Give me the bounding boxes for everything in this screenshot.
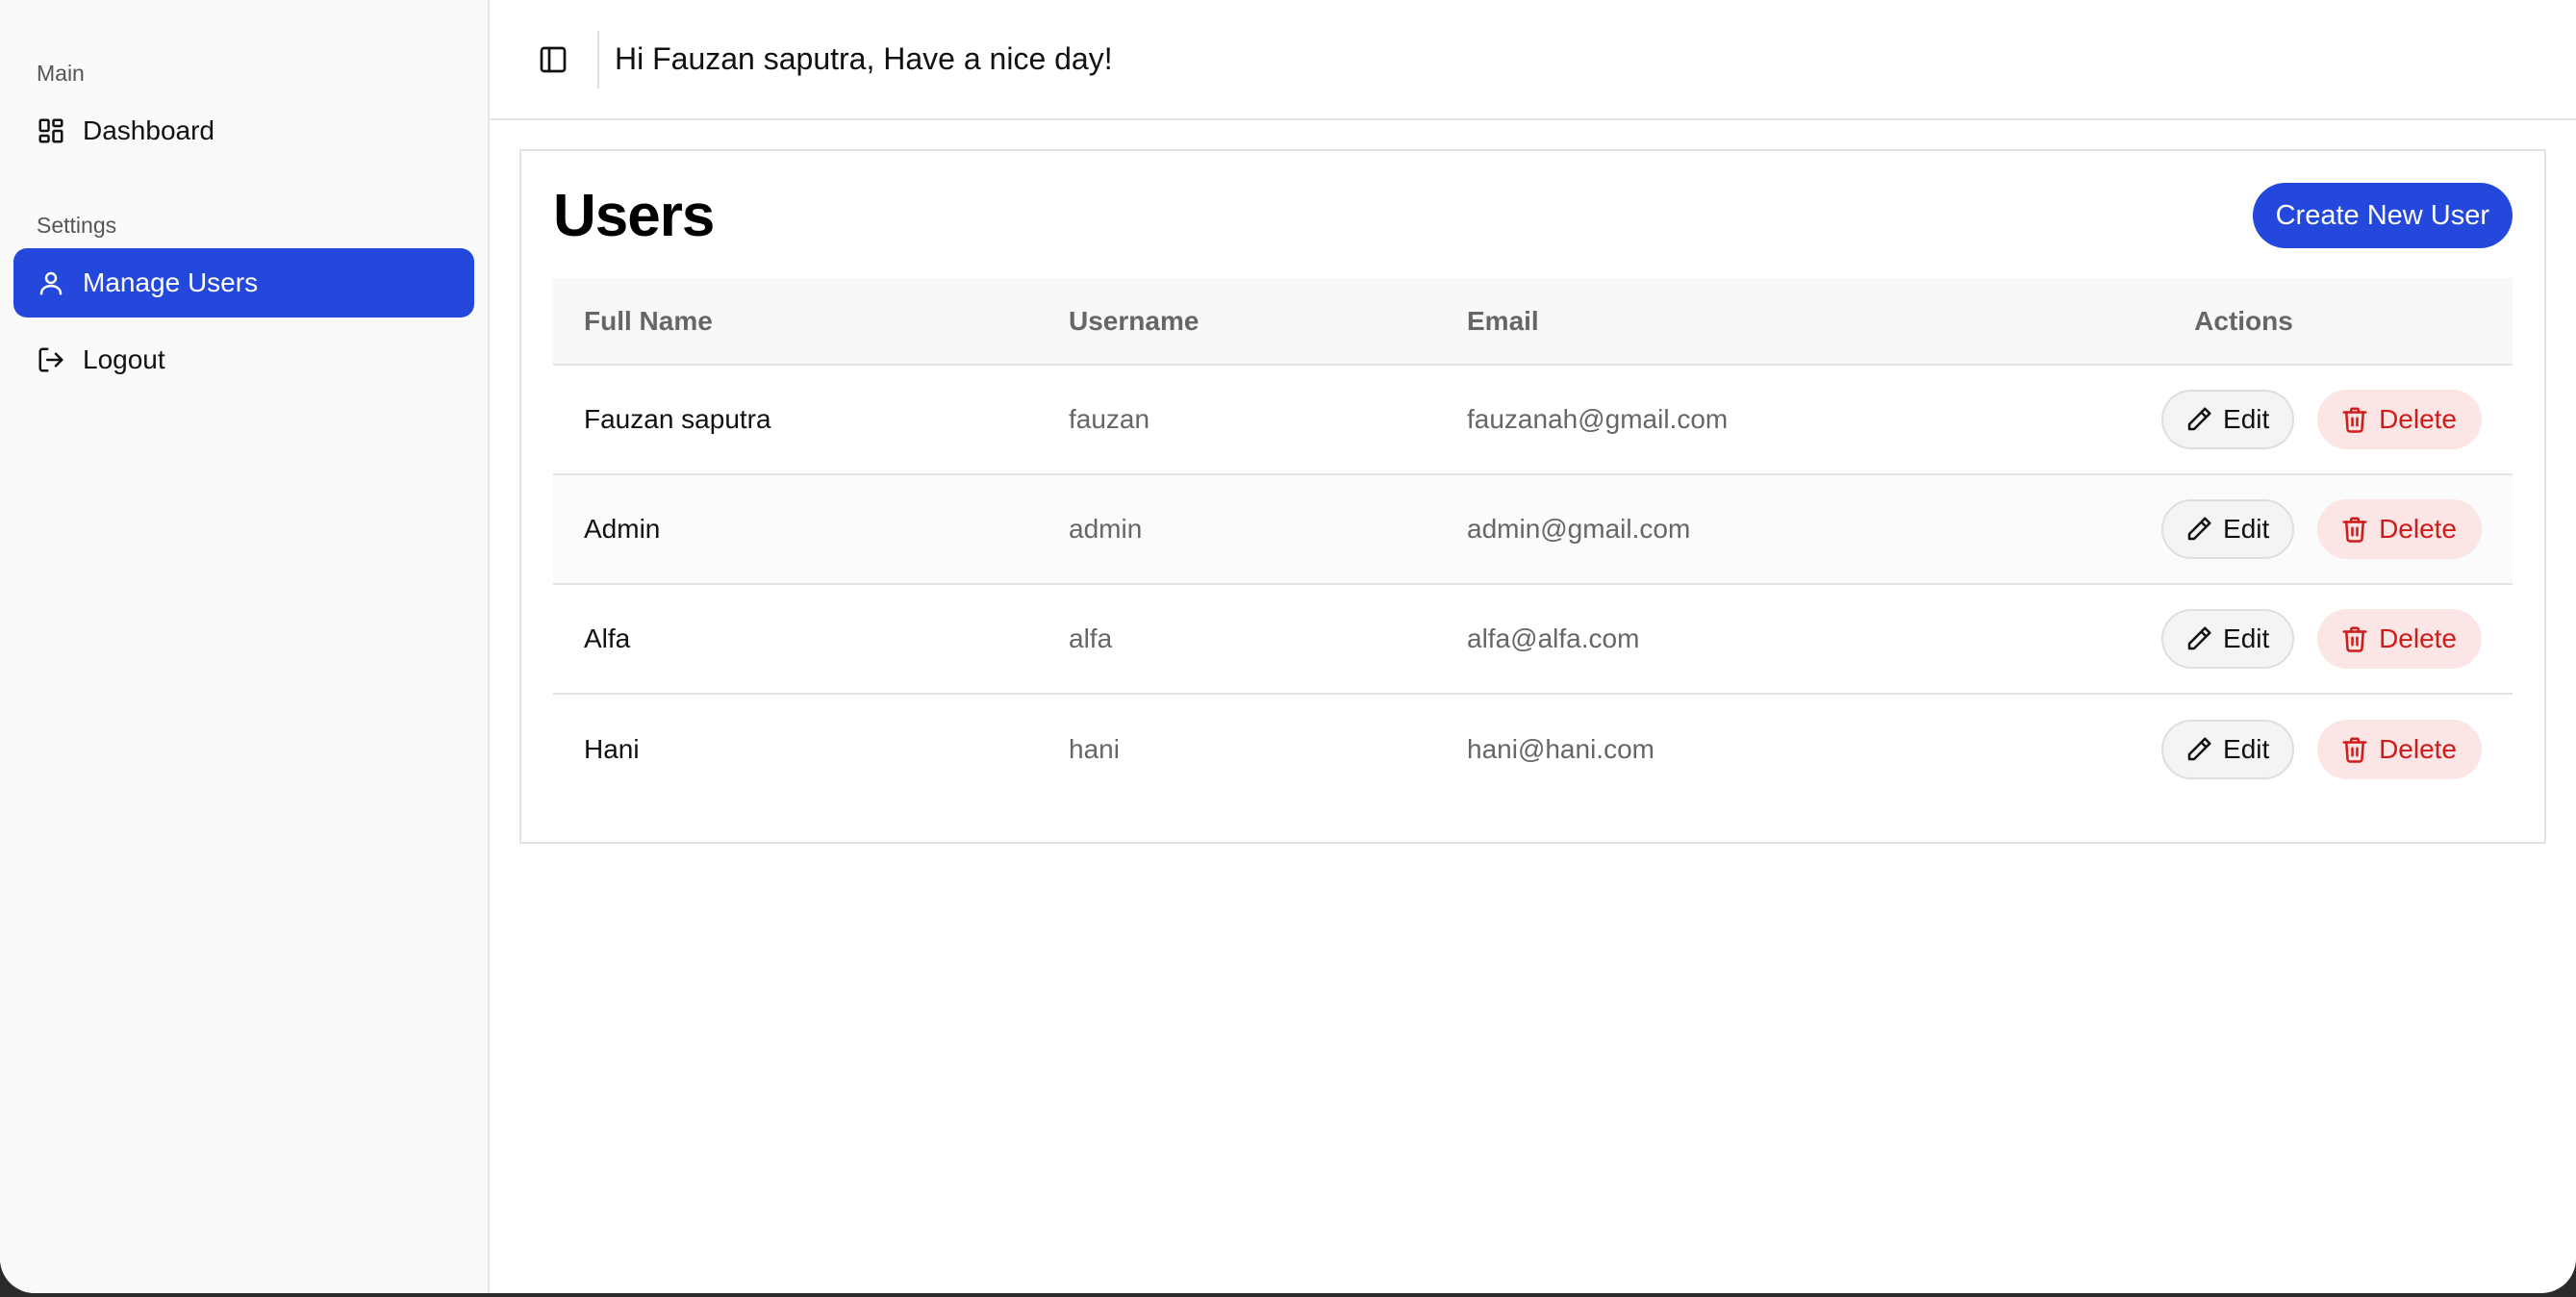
- table-row: Hani hani hani@hani.com Edit Delete: [553, 694, 2513, 803]
- edit-label: Edit: [2223, 514, 2270, 544]
- top-bar: Hi Fauzan saputra, Have a nice day!: [490, 0, 2576, 120]
- app-window: Main Dashboard Settings Manage Users Log…: [0, 0, 2576, 1293]
- edit-button[interactable]: Edit: [2161, 390, 2295, 449]
- table-row: Alfa alfa alfa@alfa.com Edit Delete: [553, 584, 2513, 694]
- cell-full-name: Admin: [584, 514, 661, 544]
- sidebar-item-label: Manage Users: [83, 267, 259, 297]
- edit-button[interactable]: Edit: [2161, 609, 2295, 669]
- edit-button[interactable]: Edit: [2161, 719, 2295, 779]
- trash-icon: [2342, 517, 2367, 543]
- panel-left-icon: [540, 46, 567, 72]
- sidebar: Main Dashboard Settings Manage Users Log…: [0, 0, 490, 1293]
- delete-button[interactable]: Delete: [2317, 390, 2482, 449]
- user-icon: [39, 271, 63, 295]
- sidebar-group-settings-label: Settings: [37, 213, 117, 238]
- delete-label: Delete: [2379, 733, 2457, 764]
- pencil-icon: [2187, 517, 2211, 541]
- cell-full-name: Hani: [584, 733, 640, 764]
- sidebar-toggle-button[interactable]: [526, 33, 580, 87]
- sidebar-group-main-label: Main: [37, 61, 85, 86]
- table-header-row: Full Name Username Email Actions: [553, 278, 2513, 365]
- users-card: Users Create New User Full Name Username…: [519, 149, 2546, 844]
- trash-icon: [2342, 626, 2367, 652]
- column-header-actions: Actions: [2194, 305, 2293, 336]
- cell-actions: Edit Delete: [1975, 694, 2513, 803]
- sidebar-item-logout[interactable]: Logout: [13, 325, 474, 394]
- table-row: Admin admin admin@gmail.com Edit Delete: [553, 474, 2513, 584]
- delete-label: Delete: [2379, 404, 2457, 434]
- delete-button[interactable]: Delete: [2317, 609, 2482, 669]
- cell-username: alfa: [1069, 623, 1113, 653]
- page-title: Users: [553, 182, 715, 249]
- cell-full-name: Fauzan saputra: [584, 404, 771, 434]
- sidebar-item-manage-users[interactable]: Manage Users: [13, 248, 474, 318]
- sidebar-item-dashboard[interactable]: Dashboard: [13, 96, 474, 165]
- pencil-icon: [2187, 737, 2211, 760]
- cell-actions: Edit Delete: [1975, 474, 2513, 584]
- dashboard-icon: [38, 118, 63, 143]
- edit-label: Edit: [2223, 404, 2270, 434]
- users-table: Full Name Username Email Actions Fauzan …: [553, 278, 2513, 803]
- cell-username: hani: [1069, 733, 1120, 764]
- trash-icon: [2342, 737, 2367, 763]
- column-header-username: Username: [1069, 305, 1200, 336]
- cell-full-name: Alfa: [584, 623, 631, 653]
- cell-email: alfa@alfa.com: [1467, 623, 1640, 653]
- cell-username: admin: [1069, 514, 1143, 544]
- edit-button[interactable]: Edit: [2161, 499, 2295, 559]
- cell-email: fauzanah@gmail.com: [1467, 404, 1729, 434]
- cell-actions: Edit Delete: [1975, 365, 2513, 474]
- pencil-icon: [2187, 407, 2211, 431]
- cell-actions: Edit Delete: [1975, 584, 2513, 694]
- sidebar-item-label: Dashboard: [83, 115, 215, 145]
- greeting-text: Hi Fauzan saputra, Have a nice day!: [615, 41, 1113, 76]
- trash-icon: [2342, 407, 2367, 433]
- main-content: Hi Fauzan saputra, Have a nice day! User…: [490, 0, 2576, 1293]
- column-header-email: Email: [1467, 305, 1539, 336]
- delete-button[interactable]: Delete: [2317, 719, 2482, 779]
- logout-icon: [38, 347, 63, 372]
- cell-username: fauzan: [1069, 404, 1150, 434]
- delete-label: Delete: [2379, 514, 2457, 544]
- table-row: Fauzan saputra fauzan fauzanah@gmail.com…: [553, 365, 2513, 474]
- create-new-user-button[interactable]: Create New User: [2252, 183, 2513, 248]
- delete-label: Delete: [2379, 623, 2457, 653]
- cell-email: hani@hani.com: [1467, 733, 1654, 764]
- cell-email: admin@gmail.com: [1467, 514, 1691, 544]
- header-divider: [597, 30, 599, 89]
- pencil-icon: [2187, 626, 2211, 650]
- edit-label: Edit: [2223, 623, 2270, 653]
- column-header-full-name: Full Name: [584, 305, 713, 336]
- delete-button[interactable]: Delete: [2317, 499, 2482, 559]
- sidebar-item-label: Logout: [83, 344, 165, 374]
- edit-label: Edit: [2223, 733, 2270, 764]
